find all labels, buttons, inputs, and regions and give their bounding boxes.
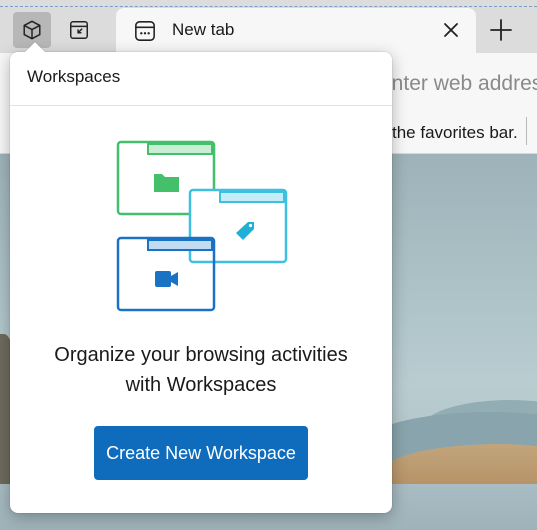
new-tab-page-icon xyxy=(135,21,155,41)
tab-new-tab[interactable]: New tab xyxy=(116,8,476,53)
popup-message: Organize your browsing activities with W… xyxy=(10,340,392,400)
workspaces-illustration xyxy=(116,140,288,312)
tab-actions-icon xyxy=(70,21,88,39)
plus-icon xyxy=(490,19,512,41)
tab-title: New tab xyxy=(172,20,235,39)
workspaces-button[interactable] xyxy=(13,12,51,48)
close-icon xyxy=(444,23,458,37)
new-tab-button[interactable] xyxy=(478,10,524,50)
create-new-workspace-button[interactable]: Create New Workspace xyxy=(94,426,308,480)
address-bar-input[interactable] xyxy=(380,67,537,101)
blue-window xyxy=(116,236,216,312)
tab-close-button[interactable] xyxy=(440,19,462,41)
tab-actions-button[interactable] xyxy=(60,12,98,48)
popup-title: Workspaces xyxy=(27,67,121,86)
popup-message-line: Organize your browsing activities xyxy=(54,344,348,366)
workspaces-cube-icon xyxy=(23,20,41,40)
popup-message-line: with Workspaces xyxy=(125,374,277,396)
favorites-bar-text: the favorites bar. xyxy=(392,123,518,142)
popup-header: Workspaces xyxy=(10,52,392,106)
workspaces-popup: Workspaces Organize your browsing activi… xyxy=(10,52,392,513)
favorites-bar-divider xyxy=(526,117,527,145)
tab-strip: New tab xyxy=(0,0,537,53)
